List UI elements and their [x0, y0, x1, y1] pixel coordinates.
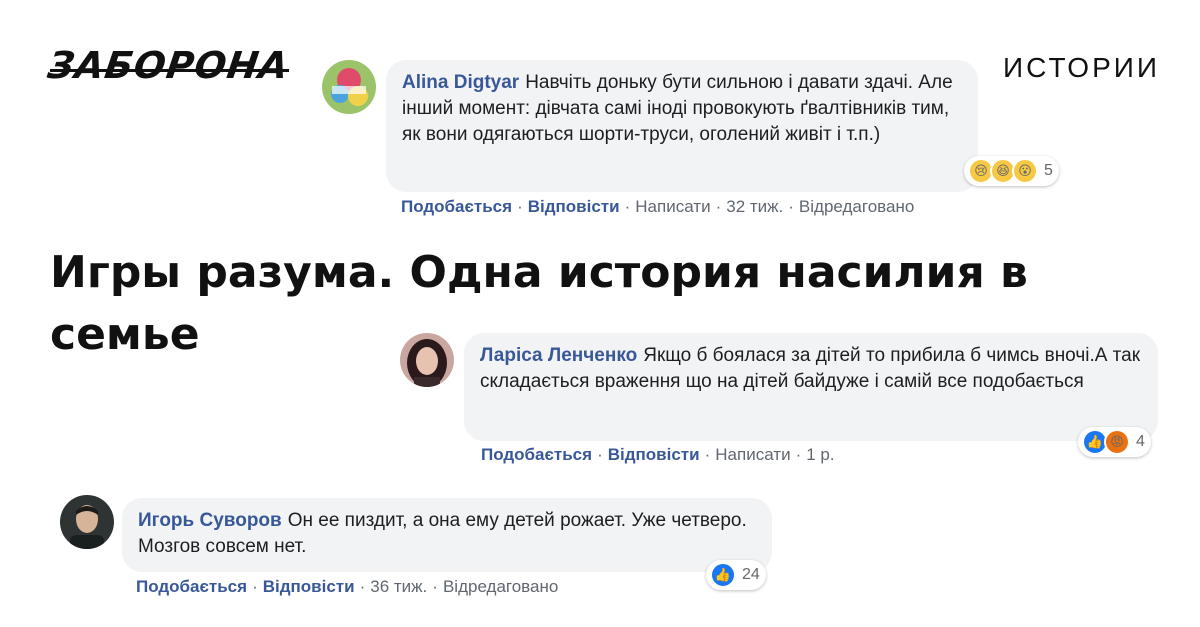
reaction-count: 24 — [742, 566, 760, 583]
comment-author[interactable]: Ларіса Ленченко — [480, 345, 637, 366]
comment-author[interactable]: Игорь Суворов — [138, 510, 282, 531]
edited-label[interactable]: Відредаговано — [799, 197, 914, 216]
avatar[interactable] — [322, 60, 376, 114]
comment-actions: Подобається · Відповісти · 36 тиж. · Відредаго… — [136, 577, 559, 596]
reply-link[interactable]: Відповісти — [608, 445, 700, 464]
avatar[interactable] — [60, 495, 114, 549]
reaction-summary[interactable]: 👍 24 — [706, 560, 766, 590]
reaction-summary[interactable]: 👍 😡 4 — [1078, 427, 1151, 457]
logo-text: ЗАБОРОНА — [45, 44, 292, 87]
message-link[interactable]: Написати — [715, 445, 790, 464]
reaction-count: 5 — [1044, 162, 1053, 179]
timestamp[interactable]: 32 тиж. — [726, 197, 783, 216]
comment-author[interactable]: Alina Digtyar — [402, 72, 519, 93]
angry-icon: 😡 — [1104, 429, 1130, 455]
wow-icon: 😮 — [1012, 158, 1038, 184]
like-link[interactable]: Подобається — [401, 197, 512, 216]
reply-link[interactable]: Відповісти — [528, 197, 620, 216]
reaction-count: 4 — [1136, 433, 1145, 450]
like-link[interactable]: Подобається — [136, 577, 247, 596]
section-label[interactable]: ИСТОРИИ — [1003, 52, 1160, 84]
brand-logo[interactable]: ЗАБОРОНА — [45, 44, 293, 88]
logo-strike-line — [50, 69, 289, 72]
reaction-summary[interactable]: 😢 😆 😮 5 — [964, 156, 1059, 186]
timestamp[interactable]: 1 р. — [806, 445, 834, 464]
message-link[interactable]: Написати — [635, 197, 710, 216]
comment-bubble: Alina Digtyar Навчіть доньку бути сильною… — [386, 60, 978, 192]
like-icon: 👍 — [710, 562, 736, 588]
reply-link[interactable]: Відповісти — [263, 577, 355, 596]
edited-label[interactable]: Відредаговано — [443, 577, 558, 596]
avatar[interactable] — [400, 333, 454, 387]
comment-bubble: Ларіса Ленченко Якщо б боялася за дітей т… — [464, 333, 1158, 441]
comment-actions: Подобається · Відповісти · Написати · 32 тиж. ·… — [401, 197, 915, 216]
timestamp[interactable]: 36 тиж. — [370, 577, 427, 596]
comment-actions: Подобається · Відповісти · Написати · 1 р. — [481, 445, 835, 464]
comment-bubble: Игорь Суворов Он ее пиздит, а она ему дет… — [122, 498, 772, 572]
like-link[interactable]: Подобається — [481, 445, 592, 464]
